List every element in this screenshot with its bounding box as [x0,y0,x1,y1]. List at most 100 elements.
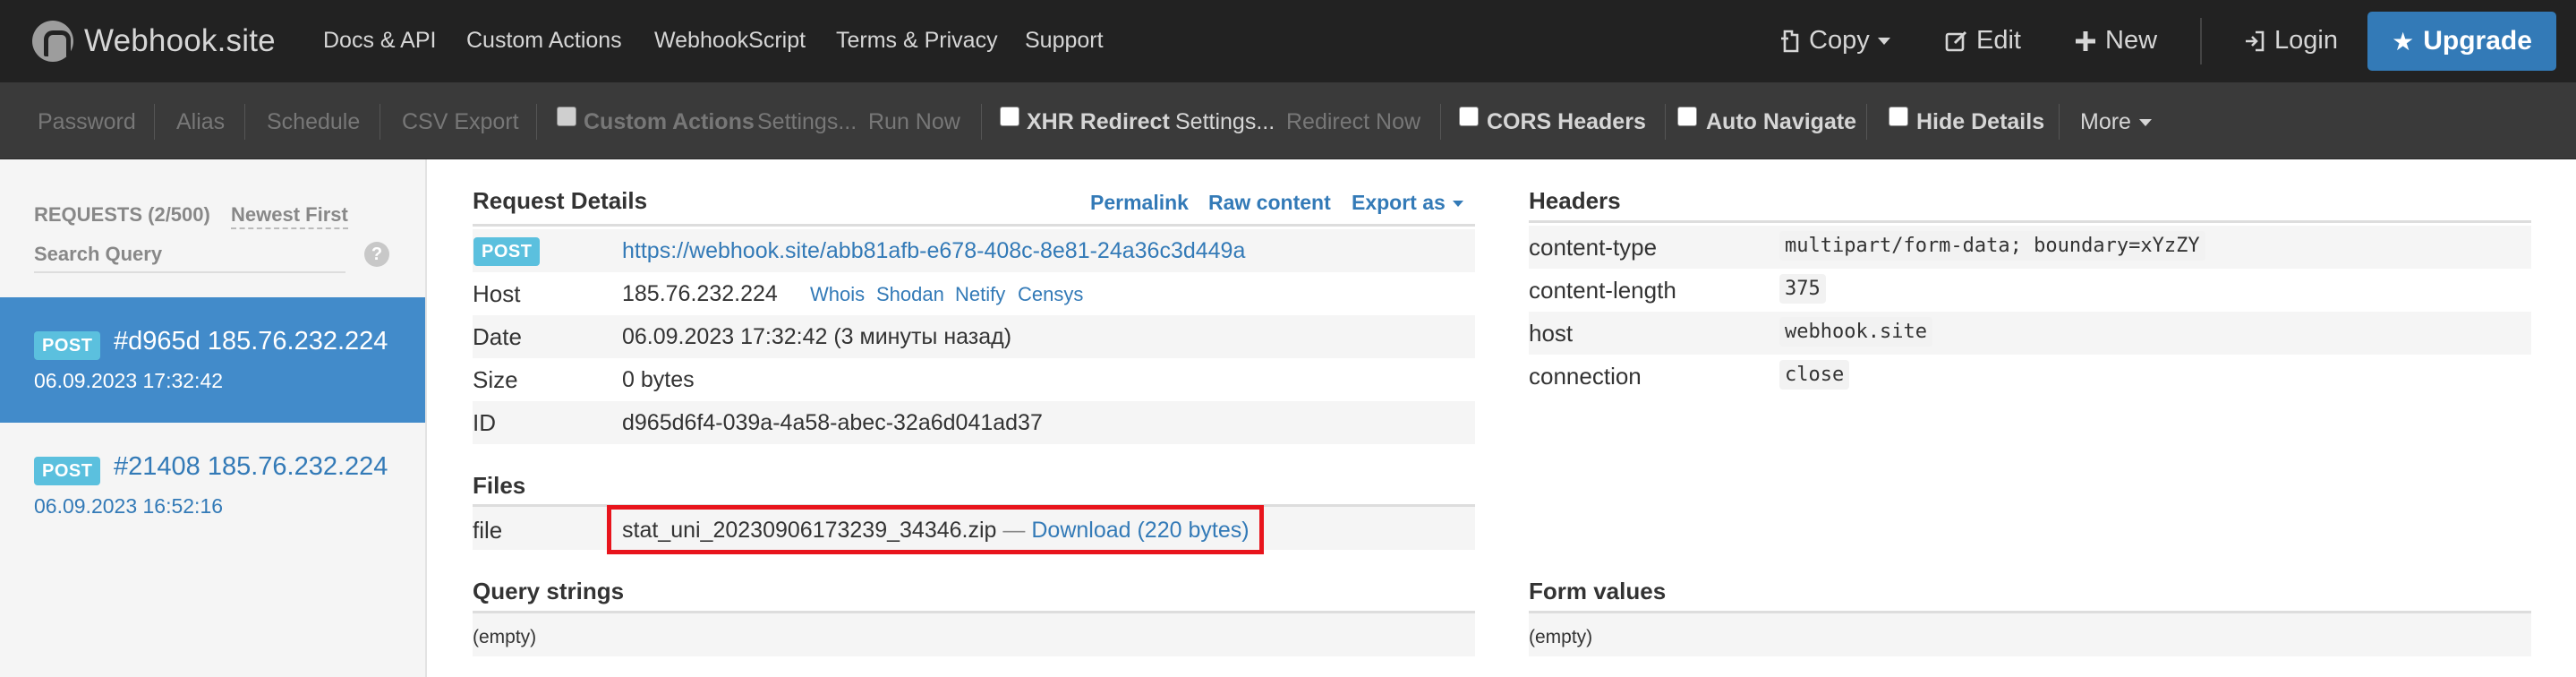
more-dropdown[interactable]: More [2080,109,2152,135]
header-value: close [1779,360,1850,390]
divider [473,224,1475,227]
run-now-button[interactable]: Run Now [868,109,960,135]
request-title: #21408 185.76.232.224 [114,452,388,481]
star-icon: ★ [2392,27,2415,56]
method-badge: POST [34,331,101,360]
copy-hand-icon [1781,30,1799,52]
toolbar-separator [1440,104,1441,140]
headers-title: Headers [1529,187,1621,214]
help-icon[interactable]: ? [364,242,389,267]
upgrade-label: Upgrade [2423,26,2532,56]
brand-name: Webhook.site [84,23,276,58]
plus-icon [2076,30,2095,51]
xhr-redirect-label: XHR Redirect [1027,109,1170,134]
size-value: 0 bytes [622,367,695,392]
xhr-settings-button[interactable]: Settings... [1175,109,1275,135]
form-values-empty: (empty) [1529,627,1593,647]
censys-link[interactable]: Censys [1018,283,1083,306]
login-label: Login [2274,26,2338,55]
request-url-link[interactable]: https://webhook.site/abb81afb-e678-408c-… [622,238,1245,264]
custom-actions-checkbox[interactable] [557,107,576,126]
netify-link[interactable]: Netify [955,283,1005,306]
date-value: 06.09.2023 17:32:42 (3 минуты назад) [622,324,1012,349]
header-value: webhook.site [1779,317,1932,347]
login-button[interactable]: Login [2243,26,2338,56]
toolbar-separator [2059,104,2060,140]
edit-icon [1945,30,1967,51]
permalink-link[interactable]: Permalink [1090,191,1189,215]
upgrade-button[interactable]: ★ Upgrade [2367,12,2556,71]
request-title: #d965d 185.76.232.224 [114,327,388,356]
alias-button[interactable]: Alias [176,109,225,135]
nav-webhookscript[interactable]: WebhookScript [654,28,806,54]
date-label: Date [473,323,522,350]
id-value: d965d6f4-039a-4a58-abec-32a6d041ad37 [622,410,1043,435]
export-as-dropdown[interactable]: Export as [1352,191,1463,215]
nav-terms-privacy[interactable]: Terms & Privacy [836,28,998,54]
schedule-button[interactable]: Schedule [267,109,360,135]
requests-count: REQUESTS (2/500) [34,203,210,226]
cors-headers-checkbox[interactable] [1459,107,1479,126]
host-value: 185.76.232.224 [622,281,778,306]
whois-link[interactable]: Whois [810,283,865,306]
highlight-box [607,505,1264,554]
nav-divider [2200,18,2202,64]
toolbar-separator [1665,104,1666,140]
nav-docs-api[interactable]: Docs & API [323,28,436,54]
password-button[interactable]: Password [38,109,136,135]
toolbar-separator [981,104,982,140]
xhr-redirect-checkbox[interactable] [1000,107,1019,126]
copy-label: Copy [1809,26,1870,55]
custom-actions-settings[interactable]: Settings... [757,109,857,135]
request-date: 06.09.2023 16:52:16 [34,494,224,518]
nav-custom-actions[interactable]: Custom Actions [466,28,622,54]
webhook-logo-icon [32,21,73,62]
host-label: Host [473,280,521,307]
raw-content-link[interactable]: Raw content [1208,191,1331,215]
auto-navigate-checkbox[interactable] [1677,107,1697,126]
file-label: file [473,517,503,544]
request-item[interactable]: POST #21408 185.76.232.224 06.09.2023 16… [0,423,425,548]
header-row [1529,312,2531,355]
method-badge: POST [34,457,101,485]
sort-toggle[interactable]: Newest First [231,203,348,229]
export-as-label: Export as [1352,191,1446,214]
nav-support[interactable]: Support [1025,28,1104,54]
edit-label: Edit [1976,26,2021,55]
redirect-now-button[interactable]: Redirect Now [1286,109,1420,135]
custom-actions-label: Custom Actions [584,109,755,134]
cors-headers-label: CORS Headers [1487,109,1646,134]
csv-export-button[interactable]: CSV Export [402,109,519,135]
chevron-down-icon [2138,119,2152,127]
top-navbar: Webhook.site Docs & API Custom Actions W… [0,0,2576,82]
requests-sidebar: REQUESTS (2/500) Newest First Search Que… [0,159,427,677]
hide-details-checkbox[interactable] [1889,107,1908,126]
form-values-row [1529,613,2531,656]
id-label: ID [473,409,496,436]
shodan-link[interactable]: Shodan [876,283,944,306]
header-name: connection [1529,363,1642,390]
options-toolbar: Password Alias Schedule CSV Export Custo… [0,82,2576,159]
new-button[interactable]: New [2074,26,2157,56]
edit-button[interactable]: Edit [1945,26,2021,56]
request-item-active[interactable]: POST #d965d 185.76.232.224 06.09.2023 17… [0,297,425,423]
query-strings-title: Query strings [473,578,625,604]
query-strings-row [473,613,1475,656]
toolbar-separator [1866,104,1867,140]
search-query-input[interactable]: Search Query [34,243,345,273]
header-name: content-length [1529,277,1676,304]
header-value: multipart/form-data; boundary=xYzZY [1779,231,2205,261]
more-label: More [2080,109,2131,134]
header-value: 375 [1779,274,1826,304]
copy-dropdown[interactable]: Copy [1779,26,1890,56]
auto-navigate-label: Auto Navigate [1706,109,1857,134]
method-badge: POST [473,237,541,266]
new-label: New [2105,26,2158,55]
toolbar-separator [536,104,537,140]
divider [1529,220,2531,223]
header-name: host [1529,320,1574,347]
size-label: Size [473,366,518,393]
toolbar-separator [154,104,155,140]
chevron-down-icon [1452,201,1463,208]
brand-link[interactable]: Webhook.site [32,20,276,63]
